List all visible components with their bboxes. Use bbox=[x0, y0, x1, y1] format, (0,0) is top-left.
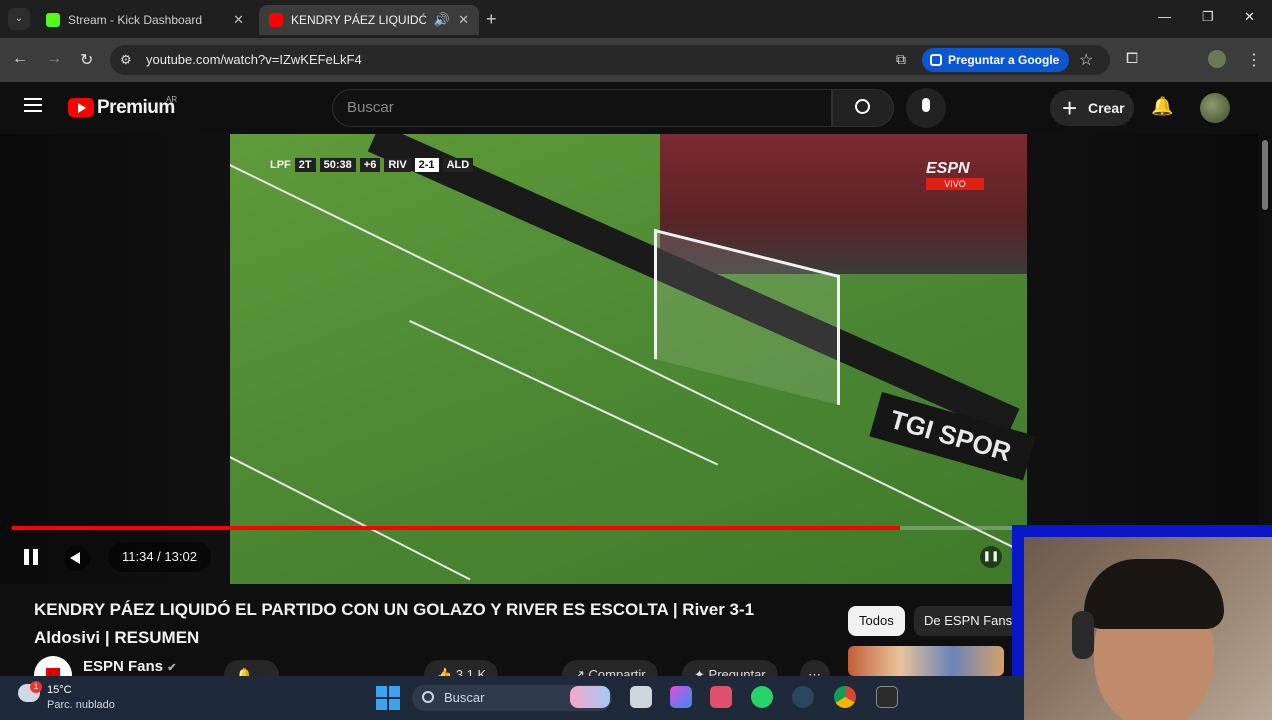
speaker-icon bbox=[70, 552, 80, 564]
reload-icon[interactable]: ↻ bbox=[80, 50, 93, 70]
youtube-icon bbox=[269, 13, 283, 27]
search-icon bbox=[855, 99, 870, 114]
headset-icon bbox=[1072, 611, 1094, 659]
tab-search-icon[interactable]: ⌄ bbox=[8, 8, 30, 30]
video-title-line: Aldosivi | RESUMEN bbox=[34, 628, 200, 647]
league-label: LPF bbox=[270, 159, 291, 171]
score: 2-1 bbox=[414, 158, 439, 172]
bookmark-star-icon[interactable]: ☆ bbox=[1079, 50, 1093, 70]
webcam-feed bbox=[1024, 537, 1272, 720]
notifications-bell-icon[interactable]: 🔔 bbox=[1151, 96, 1173, 117]
pitch-line bbox=[230, 456, 471, 581]
verified-icon: ✔ bbox=[167, 662, 177, 674]
search-button[interactable] bbox=[832, 89, 894, 127]
google-lens-icon bbox=[930, 54, 942, 66]
url-text: youtube.com/watch?v=IZwKEFeLkF4 bbox=[146, 52, 362, 67]
channel-name[interactable]: ESPN Fans ✔ bbox=[83, 658, 176, 675]
microphone-icon bbox=[922, 98, 930, 112]
speaker-icon[interactable]: 🔊 bbox=[434, 12, 450, 28]
match-half: 2T bbox=[294, 158, 316, 172]
progress-played bbox=[12, 526, 900, 530]
tab-kick-dashboard[interactable]: Stream - Kick Dashboard ✕ bbox=[36, 5, 254, 35]
browser-tab-bar: ⌄ Stream - Kick Dashboard ✕ KENDRY PÁEZ … bbox=[0, 0, 1272, 38]
country-code: AR bbox=[166, 95, 178, 104]
tab-title: Stream - Kick Dashboard bbox=[68, 13, 203, 27]
account-avatar[interactable] bbox=[1200, 93, 1230, 123]
kick-icon bbox=[46, 13, 60, 27]
task-view-icon[interactable] bbox=[630, 686, 652, 708]
home-team: RIV bbox=[384, 158, 411, 172]
close-window-button[interactable]: ✕ bbox=[1244, 9, 1255, 25]
filter-chip-all[interactable]: Todos bbox=[848, 606, 905, 636]
channel-name-text: ESPN Fans bbox=[83, 658, 164, 675]
minimize-button[interactable]: — bbox=[1158, 9, 1171, 24]
new-tab-button[interactable]: + bbox=[486, 9, 497, 30]
close-tab-icon[interactable]: ✕ bbox=[458, 12, 469, 28]
added-time: +6 bbox=[359, 158, 381, 172]
progress-bar[interactable] bbox=[12, 526, 1012, 530]
snipping-tool-icon[interactable] bbox=[710, 686, 732, 708]
epic-games-icon[interactable] bbox=[876, 686, 898, 708]
youtube-logo-icon[interactable] bbox=[68, 98, 94, 117]
menu-dots-icon[interactable]: ⋮ bbox=[1246, 50, 1262, 70]
install-app-icon[interactable]: ⧉ bbox=[896, 51, 906, 68]
site-info-icon[interactable]: ⚙ bbox=[120, 52, 132, 68]
copilot-icon[interactable] bbox=[670, 686, 692, 708]
recommended-thumbnail[interactable] bbox=[848, 646, 1004, 676]
windows-start-icon[interactable] bbox=[376, 686, 400, 710]
back-icon[interactable]: ← bbox=[12, 50, 28, 68]
hamburger-menu-icon[interactable] bbox=[24, 98, 42, 112]
youtube-brand[interactable]: Premium bbox=[97, 97, 175, 119]
video-title-line: KENDRY PÁEZ LIQUIDÓ EL PARTIDO CON UN GO… bbox=[34, 600, 755, 619]
plus-icon: + bbox=[1062, 93, 1078, 123]
away-team: ALD bbox=[442, 158, 474, 172]
profile-icon[interactable] bbox=[1208, 50, 1226, 68]
pause-icon bbox=[24, 549, 29, 565]
broadcaster-logo: ESPN bbox=[926, 160, 970, 177]
weather-condition[interactable]: Parc. nublado bbox=[47, 699, 115, 711]
filter-chip-channel[interactable]: De ESPN Fans bbox=[914, 606, 1023, 636]
score-bug: LPF 2T 50:38 +6 RIV 2-1 ALD bbox=[270, 157, 474, 173]
volume-button[interactable] bbox=[64, 545, 90, 571]
chrome-icon[interactable] bbox=[834, 686, 856, 708]
search-icon bbox=[422, 691, 434, 703]
ask-google-button[interactable]: Preguntar a Google bbox=[922, 48, 1070, 72]
art-app-icon[interactable] bbox=[570, 686, 610, 708]
ask-google-label: Preguntar a Google bbox=[948, 53, 1060, 67]
streamer-hair bbox=[1084, 559, 1224, 629]
temperature[interactable]: 15°C bbox=[47, 684, 72, 696]
match-clock: 50:38 bbox=[319, 158, 356, 172]
miniplayer-pause-icon[interactable]: ❚❚ bbox=[980, 546, 1002, 568]
search-input[interactable]: Buscar bbox=[332, 89, 832, 127]
video-title: KENDRY PÁEZ LIQUIDÓ EL PARTIDO CON UN GO… bbox=[34, 596, 804, 652]
create-label: Crear bbox=[1088, 100, 1125, 116]
scrollbar-thumb[interactable] bbox=[1262, 140, 1268, 210]
whatsapp-icon[interactable] bbox=[751, 686, 773, 708]
weather-badge: 1 bbox=[30, 681, 42, 693]
pause-icon bbox=[33, 549, 38, 565]
create-button[interactable]: + Crear bbox=[1050, 90, 1134, 126]
taskbar-search-label: Buscar bbox=[444, 690, 485, 705]
restore-button[interactable]: ❐ bbox=[1202, 9, 1214, 25]
live-badge: VIVO bbox=[926, 178, 984, 190]
steam-icon[interactable] bbox=[792, 686, 814, 708]
time-display: 11:34 / 13:02 bbox=[108, 542, 211, 572]
close-tab-icon[interactable]: ✕ bbox=[233, 12, 244, 28]
tab-title: KENDRY PÁEZ LIQUIDÓ EL P bbox=[291, 13, 426, 27]
video-frame[interactable] bbox=[230, 134, 1027, 584]
forward-icon[interactable]: → bbox=[46, 50, 62, 68]
voice-search-button[interactable] bbox=[906, 88, 946, 128]
extensions-icon[interactable]: ⧠ bbox=[1126, 50, 1138, 67]
pause-button[interactable] bbox=[20, 546, 42, 568]
tab-youtube-video[interactable]: KENDRY PÁEZ LIQUIDÓ EL P 🔊 ✕ bbox=[259, 5, 479, 35]
